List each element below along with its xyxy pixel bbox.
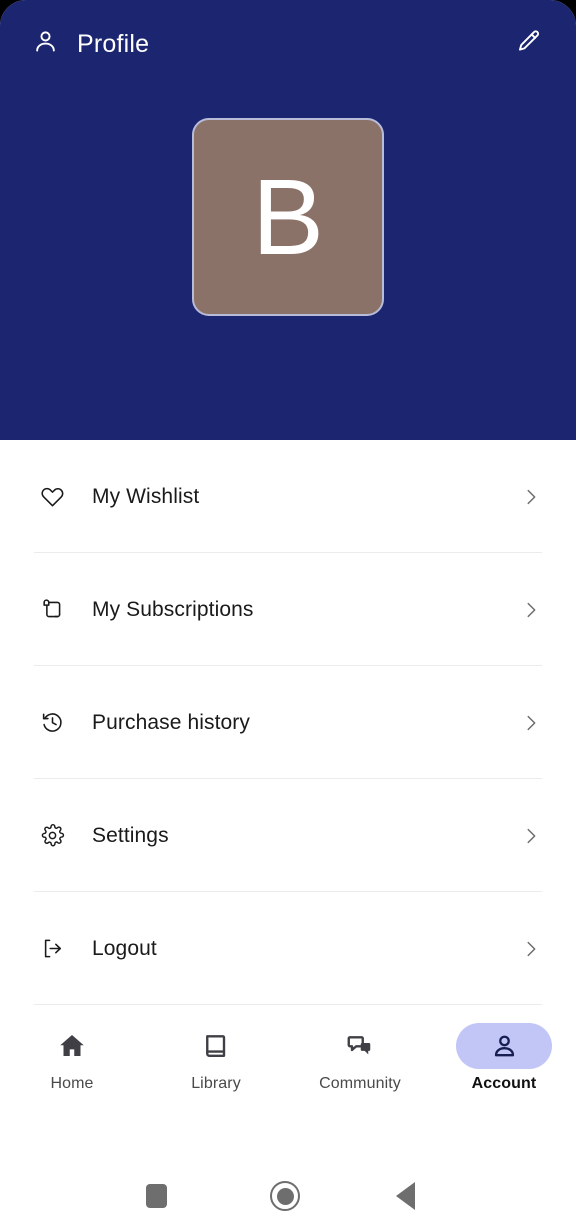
avatar-initial: B [251, 156, 325, 277]
nav-item-label: Community [319, 1075, 401, 1092]
menu-item-logout[interactable]: Logout [0, 892, 576, 1005]
triangle-back-icon[interactable] [396, 1182, 415, 1210]
menu-item-label: Purchase history [92, 710, 251, 734]
menu-item-label: Logout [92, 936, 157, 960]
home-icon [24, 1023, 120, 1069]
profile-menu-list: My Wishlist My Subscriptions Purchase hi… [0, 440, 576, 1005]
chevron-right-icon [520, 486, 542, 508]
nav-item-label: Account [471, 1075, 537, 1092]
menu-item-settings[interactable]: Settings [0, 779, 576, 892]
nav-item-community[interactable]: Community [288, 1023, 432, 1093]
edit-profile-button[interactable] [508, 24, 548, 64]
nav-item-home[interactable]: Home [0, 1023, 144, 1093]
header-bar: Profile [0, 0, 576, 88]
chat-bubbles-icon [312, 1023, 408, 1069]
menu-item-label: My Wishlist [92, 484, 200, 508]
nav-item-library[interactable]: Library [144, 1023, 288, 1093]
nav-item-account[interactable]: Account [432, 1023, 576, 1093]
app-screen: Profile B My Wishlist My Subscriptions P… [0, 0, 576, 1160]
pencil-edit-icon [515, 28, 542, 60]
circle-home-icon[interactable] [270, 1181, 300, 1211]
menu-item-label: Settings [92, 823, 169, 847]
person-icon [456, 1023, 552, 1069]
nav-item-label: Library [191, 1075, 241, 1092]
profile-header: Profile B [0, 0, 576, 440]
chevron-right-icon [520, 599, 542, 621]
menu-item-my-subscriptions[interactable]: My Subscriptions [0, 553, 576, 666]
book-icon [168, 1023, 264, 1069]
page-title: Profile [77, 29, 150, 58]
menu-item-purchase-history[interactable]: Purchase history [0, 666, 576, 779]
scroll-icon [34, 597, 70, 622]
phone-frame: Profile B My Wishlist My Subscriptions P… [0, 0, 576, 1232]
chevron-right-icon [520, 712, 542, 734]
person-icon [32, 28, 59, 60]
header-left-group: Profile [32, 28, 149, 60]
chevron-right-icon [520, 825, 542, 847]
android-system-bar [0, 1160, 576, 1232]
profile-avatar[interactable]: B [192, 118, 384, 316]
menu-item-my-wishlist[interactable]: My Wishlist [0, 440, 576, 553]
logout-icon [34, 936, 70, 961]
bottom-navigation: Home Library Community Account [0, 1005, 576, 1160]
heart-icon [34, 484, 70, 509]
square-recents-icon[interactable] [146, 1184, 167, 1208]
clock-history-icon [34, 710, 70, 735]
chevron-right-icon [520, 938, 542, 960]
nav-item-label: Home [50, 1075, 94, 1092]
gear-icon [34, 823, 70, 848]
menu-item-label: My Subscriptions [92, 597, 254, 621]
